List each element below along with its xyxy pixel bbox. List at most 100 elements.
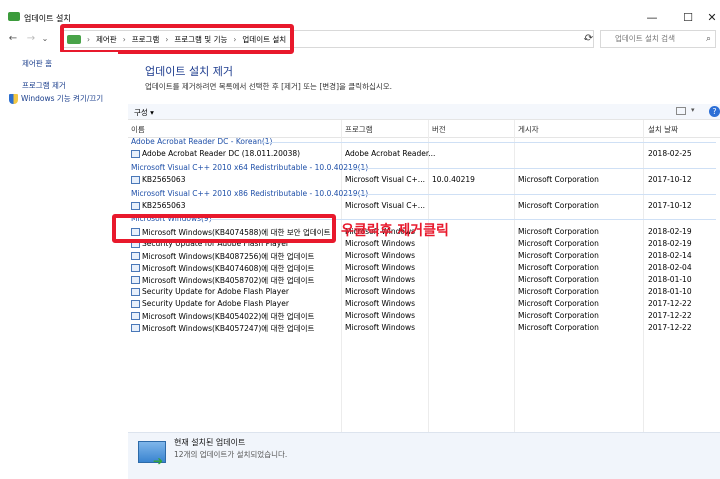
refresh-icon[interactable]: ⟳ — [582, 31, 596, 47]
back-arrow-icon[interactable]: ← — [6, 31, 20, 47]
view-dropdown-icon[interactable]: ▾ — [691, 106, 695, 114]
address-row: ← → ⌄ › 제어판 › 프로그램 › 프로그램 및 기능 › 업데이트 설치 ⌄ ⟳ 업데… — [0, 28, 720, 50]
breadcrumb-item[interactable]: 프로그램 — [132, 34, 160, 45]
cell-program: Microsoft Windows — [345, 263, 415, 272]
sidebar-item-uninstall-program[interactable]: 프로그램 제거 — [22, 80, 66, 91]
cell-program: Microsoft Windows — [345, 311, 415, 320]
table-row[interactable]: Adobe Acrobat Reader DC (18.011.20038) Ad… — [128, 149, 720, 160]
cell-install-date: 2017-10-12 — [648, 201, 692, 210]
update-icon — [131, 150, 140, 158]
search-icon[interactable]: ⌕ — [706, 31, 711, 47]
table-row[interactable]: KB2565063 Microsoft Visual C+... Microsoft… — [128, 201, 720, 212]
column-header-program[interactable]: 프로그램 — [345, 124, 373, 135]
breadcrumb-separator-icon[interactable]: › — [233, 35, 236, 44]
cell-program: Microsoft Windows — [345, 275, 415, 284]
cell-name: Microsoft Windows(KB4057247)에 대한 업데이트 — [142, 324, 315, 333]
cell-name: Microsoft Windows(KB4058702)에 대한 업데이트 — [142, 276, 315, 285]
cell-install-date: 2017-12-22 — [648, 299, 692, 308]
cell-name: Microsoft Windows(KB4074608)에 대한 업데이트 — [142, 264, 315, 273]
breadcrumb-item[interactable]: 업데이트 설치 — [242, 34, 286, 45]
cell-install-date: 2018-02-25 — [648, 149, 692, 158]
breadcrumb-item[interactable]: 제어판 — [96, 34, 117, 45]
recent-locations-icon[interactable]: ⌄ — [38, 31, 52, 47]
shield-icon — [9, 94, 18, 104]
group-header[interactable]: Microsoft Visual C++ 2010 x86 Redistribu… — [131, 189, 368, 198]
annotation-text: 우클릭후 제거클릭 — [341, 223, 449, 239]
group-header[interactable]: Adobe Acrobat Reader DC - Korean(1) — [131, 137, 272, 146]
table-row[interactable]: KB2565063 Microsoft Visual C+... 10.0.4021… — [128, 175, 720, 186]
update-icon — [131, 228, 140, 236]
cell-install-date: 2018-02-04 — [648, 263, 692, 272]
cell-program: Microsoft Windows — [345, 239, 415, 248]
group-divider — [262, 142, 716, 143]
title-bar: 업데이트 설치 — ☐ ✕ — [0, 0, 720, 28]
window-title: 업데이트 설치 — [24, 14, 71, 23]
cell-install-date: 2018-02-19 — [648, 227, 692, 236]
address-bar[interactable]: › 제어판 › 프로그램 › 프로그램 및 기능 › 업데이트 설치 ⌄ — [62, 30, 594, 48]
maximize-button[interactable]: ☐ — [676, 10, 700, 26]
close-button[interactable]: ✕ — [704, 10, 720, 26]
breadcrumb-separator-icon[interactable]: › — [87, 35, 90, 44]
update-icon — [131, 288, 140, 296]
cell-publisher: Microsoft Corporation — [518, 201, 599, 210]
cell-name: KB2565063 — [142, 175, 186, 184]
table-row[interactable]: Microsoft Windows(KB4057247)에 대한 업데이트 Mic… — [128, 323, 720, 334]
organize-button[interactable]: 구성 ▾ — [134, 107, 154, 118]
cell-publisher: Microsoft Corporation — [518, 251, 599, 260]
cell-name: Security Update for Adobe Flash Player — [142, 239, 289, 248]
column-header-version[interactable]: 버전 — [432, 124, 446, 135]
table-row[interactable]: Microsoft Windows(KB4087256)에 대한 업데이트 Mic… — [128, 251, 720, 262]
cell-install-date: 2017-12-22 — [648, 323, 692, 332]
column-header-install-date[interactable]: 설치 날짜 — [648, 124, 678, 135]
cell-name: KB2565063 — [142, 201, 186, 210]
page-title: 업데이트 설치 제거 — [145, 65, 233, 78]
table-row[interactable]: Microsoft Windows(KB4058702)에 대한 업데이트 Mic… — [128, 275, 720, 286]
cell-name: Microsoft Windows(KB4087256)에 대한 업데이트 — [142, 252, 315, 261]
cell-publisher: Microsoft Corporation — [518, 175, 599, 184]
cell-install-date: 2018-01-10 — [648, 287, 692, 296]
cell-program: Microsoft Visual C+... — [345, 201, 425, 210]
sidebar-item-control-panel-home[interactable]: 제어판 홈 — [22, 58, 52, 69]
search-input[interactable]: 업데이트 설치 검색 ⌕ — [600, 30, 716, 48]
column-header-publisher[interactable]: 게시자 — [518, 124, 539, 135]
update-icon — [131, 202, 140, 210]
cell-publisher: Microsoft Corporation — [518, 299, 599, 308]
sidebar-item-label: Windows 기능 켜기/끄기 — [21, 94, 104, 103]
table-row[interactable]: Security Update for Adobe Flash Player Mi… — [128, 287, 720, 298]
cell-publisher: Microsoft Corporation — [518, 263, 599, 272]
table-row[interactable]: Security Update for Adobe Flash Player Mi… — [128, 299, 720, 310]
cell-publisher: Microsoft Corporation — [518, 323, 599, 332]
help-icon[interactable]: ? — [709, 106, 720, 117]
breadcrumb-separator-icon[interactable]: › — [165, 35, 168, 44]
cell-publisher: Microsoft Corporation — [518, 239, 599, 248]
cell-version: 10.0.40219 — [432, 175, 475, 184]
installed-updates-icon: ➔ — [138, 441, 166, 468]
details-pane: ➔ 현재 설치된 업데이트 12개의 업데이트가 설치되었습니다. — [128, 432, 720, 479]
table-row[interactable]: Microsoft Windows(KB4054022)에 대한 업데이트 Mic… — [128, 311, 720, 322]
forward-arrow-icon[interactable]: → — [24, 31, 38, 47]
cell-name: Adobe Acrobat Reader DC (18.011.20038) — [142, 149, 301, 158]
details-title: 현재 설치된 업데이트 — [174, 438, 246, 447]
table-header: 이름 프로그램 버전 게시자 설치 날짜 — [128, 120, 720, 138]
group-divider — [346, 168, 716, 169]
cell-program: Microsoft Windows — [345, 251, 415, 260]
group-header[interactable]: Microsoft Windows(9) — [131, 214, 212, 223]
group-header[interactable]: Microsoft Visual C++ 2010 x64 Redistribu… — [131, 163, 368, 172]
cell-program: Adobe Acrobat Reader... — [345, 149, 436, 158]
search-placeholder: 업데이트 설치 검색 — [615, 34, 675, 43]
update-icon — [131, 252, 140, 260]
table-row[interactable]: Security Update for Adobe Flash Player Mi… — [128, 239, 720, 250]
view-options-icon[interactable] — [676, 107, 686, 115]
breadcrumb-item[interactable]: 프로그램 및 기능 — [174, 34, 227, 45]
update-icon — [131, 240, 140, 248]
breadcrumb: › 제어판 › 프로그램 › 프로그램 및 기능 › 업데이트 설치 — [67, 34, 286, 45]
column-header-name[interactable]: 이름 — [131, 124, 145, 135]
sidebar-item-windows-features[interactable]: Windows 기능 켜기/끄기 — [9, 93, 103, 104]
group-divider — [210, 219, 716, 220]
cell-install-date: 2017-10-12 — [648, 175, 692, 184]
minimize-button[interactable]: — — [640, 10, 664, 26]
breadcrumb-separator-icon[interactable]: › — [123, 35, 126, 44]
table-row[interactable]: Microsoft Windows(KB4074608)에 대한 업데이트 Mic… — [128, 263, 720, 274]
cell-name: Security Update for Adobe Flash Player — [142, 299, 289, 308]
details-count: 12개의 업데이트가 설치되었습니다. — [174, 450, 288, 459]
